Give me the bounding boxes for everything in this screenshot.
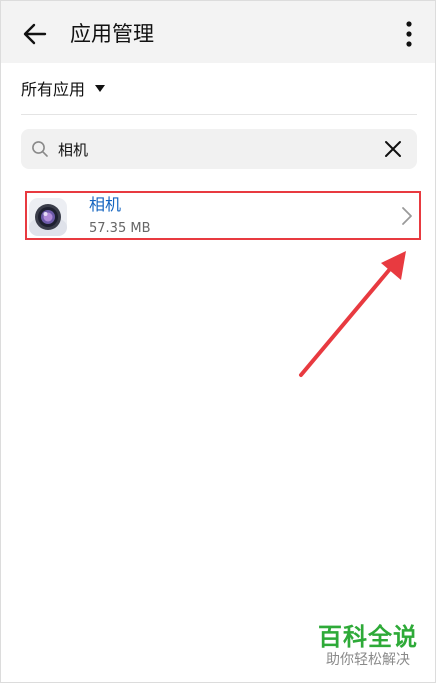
watermark-subtitle: 助你轻松解决 [326,652,410,668]
triangle-down-icon [95,84,106,92]
watermark-title: 百科全说 [318,623,418,651]
app-filter-dropdown[interactable]: 所有应用 [21,75,106,101]
search-box[interactable] [21,129,417,169]
watermark: 百科全说 助你轻松解决 [313,623,423,669]
top-bar: 应用管理 [1,1,435,63]
app-management-screen: 应用管理 所有应用 相机 57.35 MB [0,0,436,683]
filter-label: 所有应用 [21,80,86,99]
more-vertical-icon[interactable] [399,19,419,49]
divider [21,114,417,115]
highlight-box [25,191,421,240]
search-input[interactable] [58,134,378,164]
back-arrow-icon[interactable] [21,20,49,48]
search-icon [32,141,48,157]
close-icon[interactable] [382,138,404,160]
annotation-arrow [299,251,406,377]
page-title: 应用管理 [70,22,154,46]
